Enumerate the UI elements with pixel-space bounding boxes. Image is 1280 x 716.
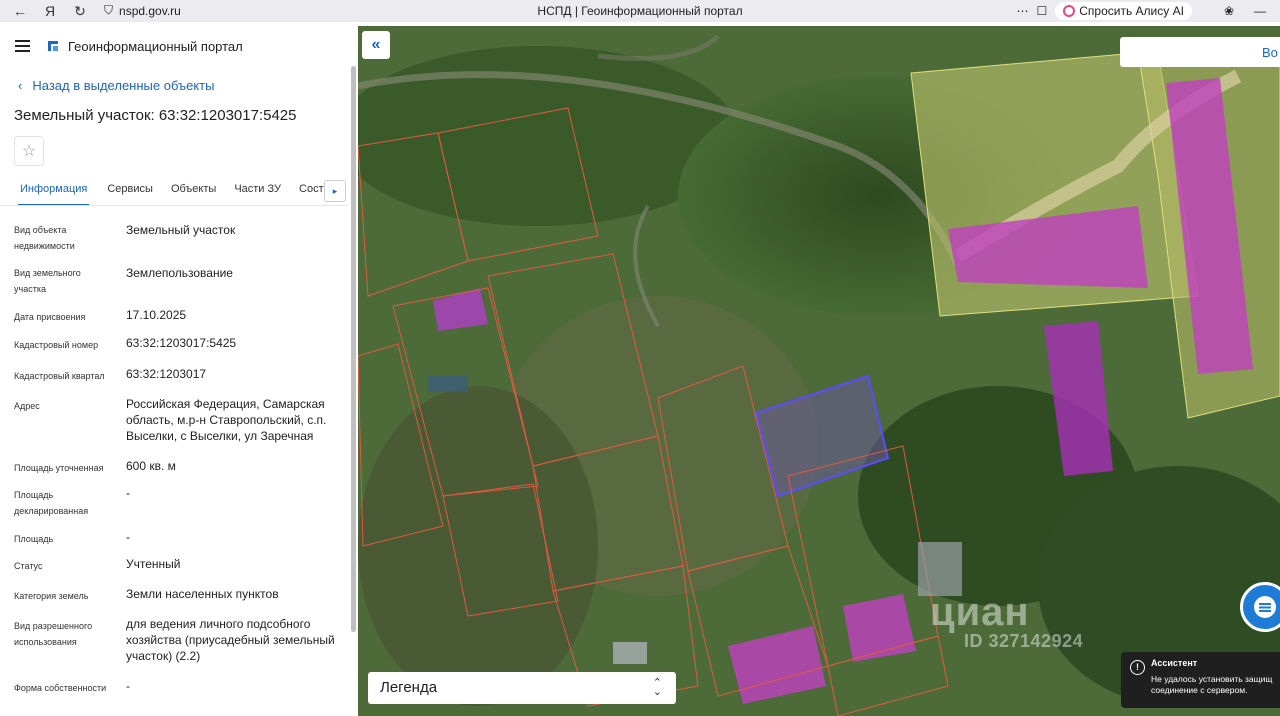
chevron-right-icon: ▸ — [332, 185, 338, 196]
property-value: - — [126, 530, 130, 544]
chevron-left-icon: ‹ — [18, 78, 23, 93]
address-bar[interactable]: ⛉ nspd.gov.ru — [104, 3, 181, 18]
alert-icon: ! — [1130, 660, 1145, 675]
property-label: Кадастровый номер — [14, 340, 99, 350]
property-value: 63:32:1203017:5425 — [126, 336, 237, 350]
property-label: Дата присвоения — [14, 312, 86, 322]
property-label: Вид земельного участка — [14, 268, 81, 294]
object-title: Земельный участок: 63:32:1203017:5425 — [14, 107, 297, 124]
watermark-id: ID 327142924 — [964, 631, 1084, 651]
property-label: Адрес — [14, 401, 40, 411]
star-icon: ☆ — [21, 143, 37, 160]
legend-label: Легенда — [380, 679, 438, 696]
back-link-label: Назад в выделенные объекты — [32, 78, 215, 93]
legend-dropdown[interactable]: Легенда ⌃ ⌄ — [368, 672, 676, 704]
chat-icon — [1254, 596, 1276, 618]
ask-alisa-button[interactable]: Спросить Алису AI — [1055, 2, 1192, 20]
sidebar-panel: Геоинформационный портал ‹ Назад в выдел… — [0, 26, 358, 716]
watermark-text: циан — [930, 590, 1030, 634]
assistant-message-line2: соединение с сервером. — [1151, 685, 1248, 695]
satellite-imagery[interactable] — [358, 26, 1280, 716]
assistant-message-line1: Не удалось установить защищ — [1151, 674, 1273, 684]
bookmark-icon[interactable]: ☐ — [1036, 4, 1047, 18]
menu-icon[interactable] — [15, 40, 30, 52]
property-value: Учтенный — [126, 557, 181, 571]
collapse-sidebar-button[interactable]: « — [362, 31, 390, 59]
double-chevron-left-icon: « — [371, 36, 381, 53]
property-label: Площадь уточненная — [14, 463, 104, 473]
property-value: - — [126, 486, 130, 500]
property-value: Земли населенных пунктов — [126, 587, 279, 601]
browser-toolbar: ← Я ↻ ⛉ nspd.gov.ru НСПД | Геоинформацио… — [0, 0, 1280, 22]
shield-icon: ⛉ — [104, 3, 114, 17]
url-text: nspd.gov.ru — [119, 3, 181, 18]
ask-alisa-label: Спросить Алису AI — [1079, 4, 1184, 18]
property-value: - — [126, 679, 130, 693]
property-label: Категория земель — [14, 591, 89, 601]
map-search-box[interactable]: Во — [1120, 37, 1280, 67]
sidebar-header: Геоинформационный портал — [0, 26, 358, 66]
more-icon[interactable]: ⋯ — [1016, 4, 1028, 18]
property-value: 17.10.2025 — [126, 308, 187, 322]
minimize-icon[interactable]: — — [1254, 4, 1266, 18]
sidebar-scrollbar[interactable] — [350, 66, 356, 636]
reload-icon[interactable]: ↻ — [68, 0, 92, 22]
back-to-selected-link[interactable]: ‹ Назад в выделенные объекты — [18, 78, 214, 93]
portal-logo-icon — [48, 41, 58, 51]
favorite-star-button[interactable]: ☆ — [14, 136, 44, 166]
assistant-title: Ассистент — [1151, 658, 1198, 668]
extension-icon[interactable]: ❀ — [1224, 4, 1234, 18]
yandex-icon[interactable]: Я — [38, 0, 62, 22]
tabs-scroll-right-button[interactable]: ▸ — [324, 180, 346, 202]
map-view[interactable] — [358, 26, 1280, 716]
tab-bar: Информация Сервисы Объекты Части ЗУ Сост… — [0, 176, 348, 206]
chevron-updown-icon: ⌃ ⌄ — [652, 677, 662, 698]
scrollbar-thumb[interactable] — [351, 66, 356, 632]
back-arrow-icon[interactable]: ← — [8, 0, 32, 22]
portal-title: Геоинформационный портал — [68, 39, 243, 54]
property-value: 600 кв. м — [126, 459, 176, 473]
property-label: Статус — [14, 561, 43, 571]
property-label: Форма собственности — [14, 683, 107, 693]
property-value: Землепользование — [126, 266, 233, 280]
property-value: для ведения личного подсобного хозяйства… — [126, 617, 335, 663]
tab-parts[interactable]: Части ЗУ — [234, 176, 281, 205]
tab-info[interactable]: Информация — [18, 176, 90, 205]
property-label: Кадастровый квартал — [14, 371, 105, 381]
property-label: Площадь — [14, 534, 54, 544]
property-label: Площадь декларированная — [14, 490, 89, 516]
property-value: Земельный участок — [126, 223, 236, 237]
property-label: Вид разрешенного использования — [14, 621, 93, 647]
property-value: 63:32:1203017 — [126, 367, 207, 381]
map-search-text: Во — [1262, 45, 1278, 60]
tab-services[interactable]: Сервисы — [107, 176, 153, 205]
alisa-icon — [1063, 5, 1076, 17]
cian-watermark: циан ID 327142924 — [930, 590, 1083, 652]
tab-objects[interactable]: Объекты — [171, 176, 216, 205]
assistant-notification: ! Ассистент Не удалось установить защищ … — [1121, 652, 1280, 708]
property-value: Российская Федерация, Самарская область,… — [126, 397, 327, 443]
property-label: Вид объекта недвижимости — [14, 225, 75, 251]
